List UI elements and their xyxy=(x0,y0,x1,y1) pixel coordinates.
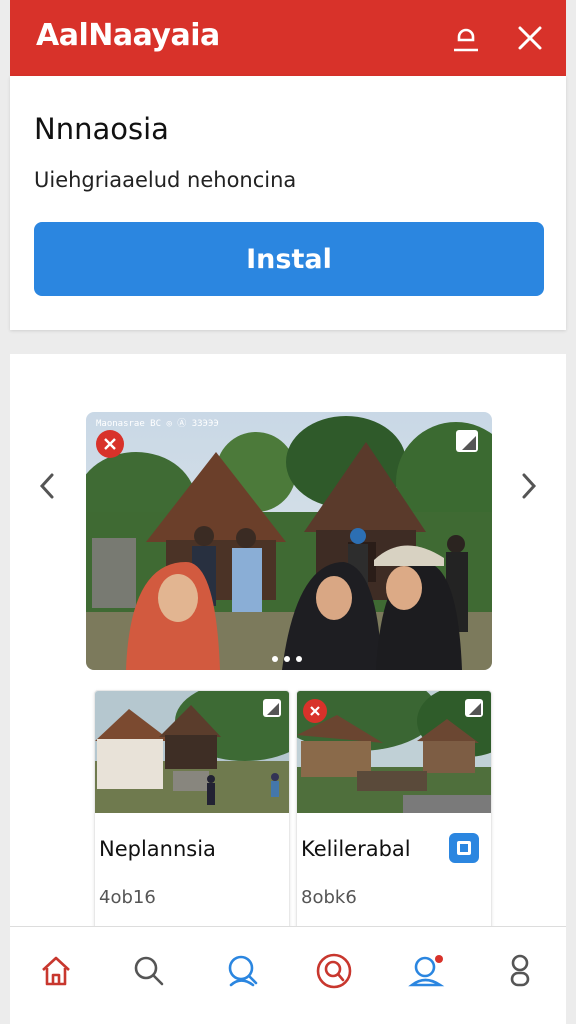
nav-profile[interactable] xyxy=(496,947,544,995)
chat-search-icon xyxy=(316,953,352,988)
app-info-card: Nnnaosia Uiehgriaaelud nehoncina Instal xyxy=(10,76,566,330)
account-button[interactable] xyxy=(446,18,486,58)
home-icon xyxy=(42,956,71,985)
header-title: AalNaayaia xyxy=(36,18,220,53)
tile-code: 8obk6 xyxy=(301,887,357,908)
tile-code: 4ob16 xyxy=(99,887,156,908)
close-icon xyxy=(104,438,116,450)
page-dots xyxy=(272,656,302,662)
expand-icon[interactable] xyxy=(465,699,483,717)
chevron-left-icon xyxy=(39,473,54,499)
user-search-icon xyxy=(228,955,257,986)
expand-icon[interactable] xyxy=(263,699,281,717)
favorite-badge[interactable] xyxy=(96,430,124,458)
expand-icon[interactable] xyxy=(456,430,478,452)
nav-home[interactable] xyxy=(32,947,80,995)
previous-button[interactable] xyxy=(32,466,62,506)
chevron-right-icon xyxy=(522,473,537,499)
page-dot[interactable] xyxy=(272,656,278,662)
app-description: Uiehgriaaelud nehoncina xyxy=(34,168,297,192)
gallery-tile[interactable]: Kelilerabal 8obk6 xyxy=(296,690,492,930)
favorite-badge[interactable] xyxy=(303,699,327,723)
select-checkbox[interactable] xyxy=(449,833,479,863)
install-button[interactable]: Instal xyxy=(34,222,544,296)
close-icon xyxy=(310,706,320,716)
user-icon xyxy=(454,28,478,52)
page-dot[interactable] xyxy=(296,656,302,662)
people-notification-icon xyxy=(408,954,445,986)
close-button[interactable] xyxy=(510,18,550,58)
nav-chat[interactable] xyxy=(310,947,358,995)
app-header: AalNaayaia xyxy=(10,0,566,76)
next-button[interactable] xyxy=(514,466,544,506)
tile-thumbnail xyxy=(95,691,289,813)
bottom-nav xyxy=(10,926,566,1024)
nav-notifications[interactable] xyxy=(403,947,451,995)
gallery-tile[interactable]: Neplannsia 4ob16 xyxy=(94,690,290,930)
page-dot[interactable] xyxy=(284,656,290,662)
app-name: Nnnaosia xyxy=(34,112,169,146)
search-icon xyxy=(134,956,164,985)
gallery-card: Maonasrae BC ◎ Ⓐ ЗЗЭЭЭ Neplannsia 4ob16 … xyxy=(10,354,566,1024)
nav-user-search[interactable] xyxy=(218,947,266,995)
hero-caption: Maonasrae BC ◎ Ⓐ ЗЗЭЭЭ xyxy=(96,419,219,429)
hero-image[interactable]: Maonasrae BC ◎ Ⓐ ЗЗЭЭЭ xyxy=(86,412,492,670)
checkbox-icon xyxy=(457,841,471,855)
close-icon xyxy=(518,26,542,50)
village-photo xyxy=(86,412,492,670)
tile-title: Kelilerabal xyxy=(301,837,411,861)
nav-search[interactable] xyxy=(125,947,173,995)
profile-icon xyxy=(510,954,529,986)
tile-title: Neplannsia xyxy=(99,837,216,861)
